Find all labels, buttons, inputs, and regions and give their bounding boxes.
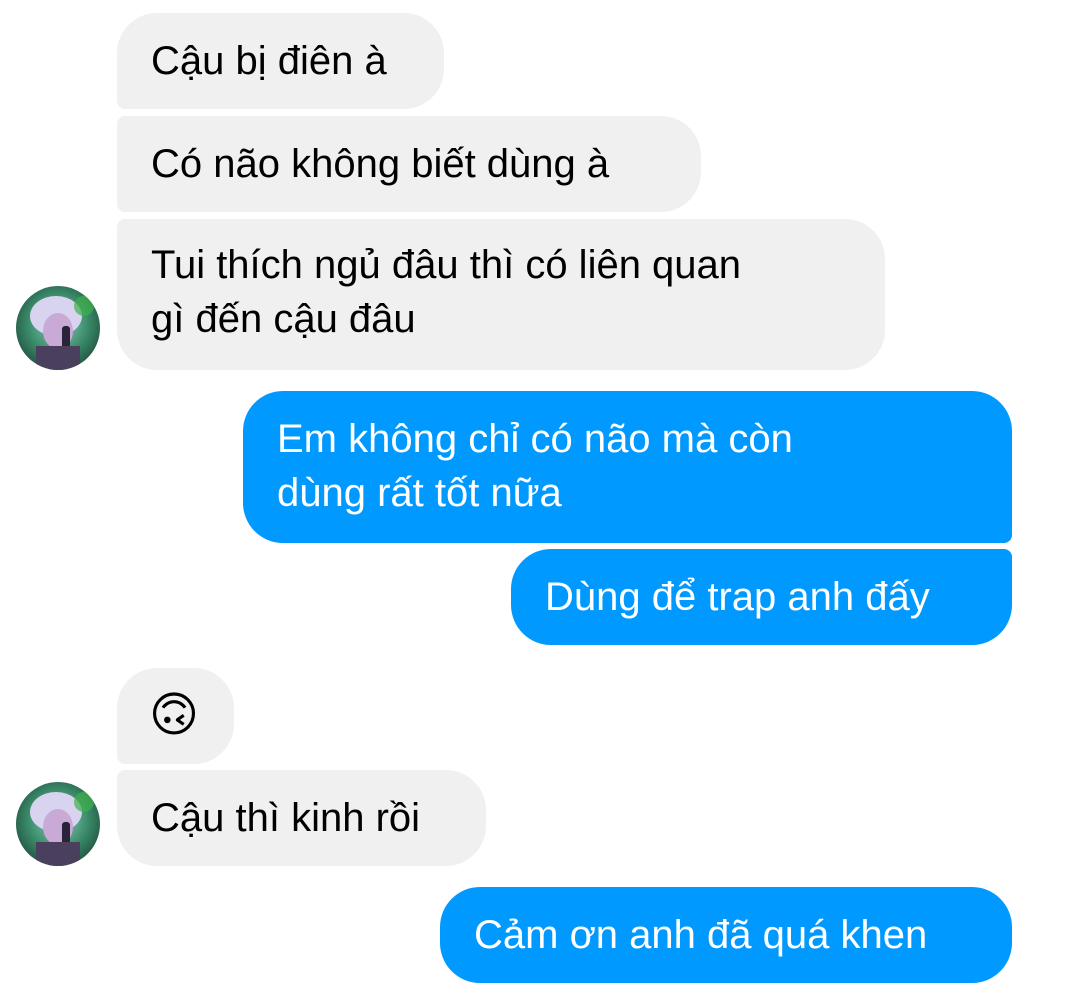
incoming-message[interactable]: Cậu thì kinh rồi	[117, 770, 486, 866]
incoming-message[interactable]: Có não không biết dùng à	[117, 116, 701, 212]
avatar-image	[16, 286, 100, 370]
message-text: Cậu bị điên à	[151, 39, 387, 83]
message-text: Cảm ơn anh đã quá khen	[474, 913, 928, 957]
contact-avatar[interactable]	[16, 782, 100, 866]
message-text: Cậu thì kinh rồi	[151, 796, 421, 840]
incoming-message[interactable]: Tui thích ngủ đâu thì có liên quan gì đế…	[117, 219, 885, 370]
outgoing-message[interactable]: Cảm ơn anh đã quá khen	[440, 887, 1012, 983]
message-text-line: Em không chỉ có não mà còn	[277, 417, 793, 461]
message-thread: Cậu bị điên à Có não không biết dùng à T…	[0, 0, 1080, 993]
message-text: Có não không biết dùng à	[151, 142, 610, 186]
avatar-image	[16, 782, 100, 866]
outgoing-message[interactable]: Dùng để trap anh đấy	[511, 549, 1012, 645]
message-text-line: dùng rất tốt nữa	[277, 471, 562, 515]
message-text-line: gì đến cậu đâu	[151, 297, 416, 341]
message-text-line: Tui thích ngủ đâu thì có liên quan	[151, 243, 742, 287]
upside-down-face-icon: 🙃	[149, 689, 200, 742]
message-text: Dùng để trap anh đấy	[545, 575, 930, 619]
incoming-message[interactable]: Cậu bị điên à	[117, 13, 444, 109]
outgoing-message[interactable]: Em không chỉ có não mà còn dùng rất tốt …	[243, 391, 1012, 543]
incoming-message[interactable]: 🙃	[117, 668, 234, 764]
contact-avatar[interactable]	[16, 286, 100, 370]
